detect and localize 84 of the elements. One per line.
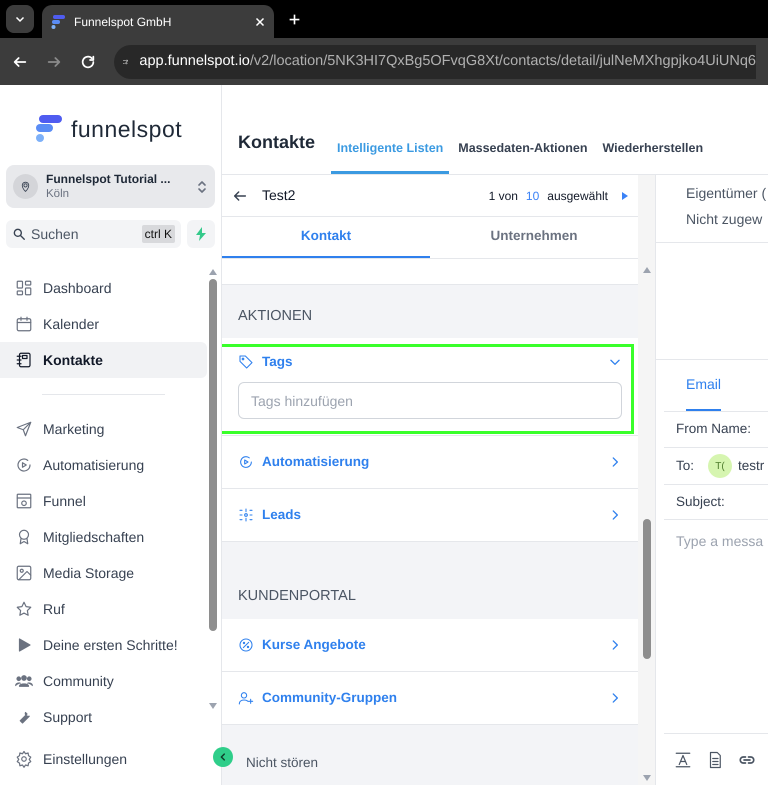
accordion-item[interactable]: Automatisierung (222, 436, 638, 490)
nav-item[interactable]: Ruf (0, 591, 207, 627)
accordion-item[interactable]: Tags Tags hinzufügen (222, 338, 638, 436)
lightning-icon (195, 227, 207, 241)
accordion-item[interactable]: Kurse Angebote (222, 619, 638, 672)
scroll-thumb[interactable] (209, 279, 217, 631)
play-circle-icon (238, 454, 254, 470)
from-name-label: From Name: (676, 420, 752, 438)
new-tab-icon[interactable] (288, 13, 301, 26)
nav-item[interactable]: Community (0, 663, 207, 699)
search-field[interactable]: Suchen ctrl K (6, 220, 181, 248)
nav-item[interactable]: Support (0, 699, 207, 735)
section-heading: AKTIONEN (238, 308, 312, 324)
image-icon (15, 564, 33, 582)
percent-icon (238, 637, 254, 654)
collapse-button[interactable] (213, 747, 233, 767)
next-arrow-icon[interactable] (622, 192, 628, 200)
accordion-item[interactable]: Leads (222, 489, 638, 542)
star-icon (15, 600, 33, 618)
accordion-label: Leads (262, 506, 302, 524)
nav-item[interactable]: Mitgliedschaften (0, 519, 207, 555)
map-pin-icon (19, 180, 32, 193)
paper-plane-icon (15, 420, 33, 438)
gear-icon (15, 750, 33, 768)
nav-item[interactable]: Media Storage (0, 555, 207, 591)
nav-item[interactable]: Deine ersten Schritte! (0, 627, 207, 663)
section-heading: KUNDENPORTAL (238, 588, 356, 604)
grid-icon (15, 279, 33, 297)
accordion-label: Tags (262, 353, 294, 371)
page-title: Kontakte (238, 131, 316, 154)
selected-text: ausgewählt (547, 188, 608, 204)
do-not-disturb-label: Nicht stören (246, 755, 318, 770)
tab-list-button[interactable] (6, 5, 34, 33)
contact-tab[interactable]: Unternehmen (430, 217, 638, 258)
position-text: 1 von (488, 188, 518, 204)
notebook-icon (15, 351, 33, 369)
nav-item[interactable]: Dashboard (0, 270, 207, 306)
search-icon (12, 227, 26, 241)
nav-item[interactable]: Automatisierung (0, 447, 207, 483)
address-bar[interactable]: app.funnelspot.io/v2/location/5NK3HI7QxBg5OFvqG8Xt/contacts/detail/julNeMXhgpjko4UiUNq6 (114, 44, 756, 78)
recipient-avatar: T( (708, 454, 732, 478)
accordion-label: Automatisierung (262, 453, 370, 472)
app-logo-icon (50, 14, 66, 30)
user-plus-icon (238, 690, 254, 706)
nav-item[interactable]: Kalender (0, 306, 207, 342)
people-icon (15, 672, 33, 690)
nodes-icon (238, 507, 254, 524)
accordion-label: Community-Gruppen (262, 689, 398, 708)
scroll-thumb[interactable] (642, 519, 650, 659)
browser-window-icon (15, 492, 33, 510)
accordion-item[interactable]: Community-Gruppen (222, 672, 638, 726)
accordion-label: Kurse Angebote (262, 636, 367, 654)
calendar-icon (15, 315, 33, 333)
contact-name: Test2 (262, 186, 296, 205)
nav-item[interactable]: Kontakte (0, 342, 207, 378)
tag-icon (238, 354, 254, 370)
chevron-up-down-icon (196, 178, 208, 194)
nav-item[interactable]: Marketing (0, 411, 207, 447)
owner-label: Eigentümer ( (686, 184, 768, 203)
reload-icon[interactable] (80, 54, 96, 70)
chevron-left-icon (218, 752, 228, 762)
keyboard-shortcut: ctrl K (142, 225, 175, 243)
text-format-icon[interactable] (674, 750, 692, 768)
logo-text: funnelspot (71, 114, 182, 144)
subject-label: Subject: (676, 492, 725, 511)
play-circle-icon (15, 456, 33, 474)
total-count[interactable]: 10 (526, 186, 540, 204)
tags-input[interactable]: Tags hinzufügen (238, 382, 622, 420)
page-tab[interactable]: Wiederherstellen (596, 130, 710, 174)
search-placeholder: Suchen (31, 224, 80, 244)
to-label: To: (676, 456, 694, 475)
logo-icon (34, 115, 62, 143)
nav-item[interactable]: Funnel (0, 483, 207, 519)
browser-tab[interactable]: Funnelspot GmbH (42, 5, 274, 38)
close-icon[interactable] (254, 16, 266, 28)
recipient-email: testr (738, 456, 764, 475)
nav-item[interactable]: Einstellungen (0, 741, 190, 777)
account-name: Funnelspot Tutorial ... (46, 172, 172, 186)
account-switcher[interactable]: Funnelspot Tutorial ... Köln (6, 165, 215, 208)
account-city: Köln (46, 186, 70, 202)
email-tab[interactable]: Email (686, 374, 722, 411)
owner-value: Nicht zugew (686, 210, 764, 229)
tab-title: Funnelspot GmbH (74, 14, 172, 30)
page-tab[interactable]: Massedaten-Aktionen (452, 130, 594, 174)
